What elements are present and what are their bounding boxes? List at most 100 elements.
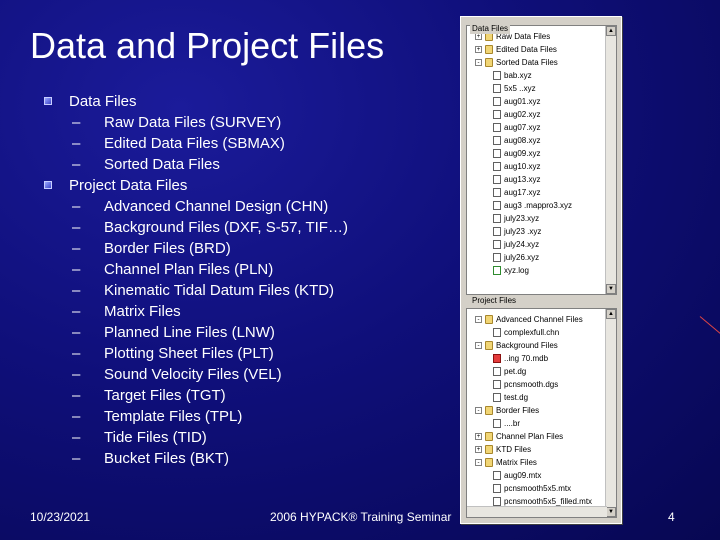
folder-icon (485, 406, 493, 415)
tree-file-row[interactable]: complexfull.chn (467, 326, 607, 339)
tree-file-row[interactable]: aug10.xyz (467, 160, 607, 173)
tree-item-label: test.dg (504, 393, 529, 402)
expand-icon[interactable]: + (475, 446, 482, 453)
dash-marker: – (72, 114, 81, 131)
scroll-down-icon[interactable]: ▼ (606, 507, 616, 517)
bullet-item: Data Files (44, 91, 454, 112)
collapse-icon[interactable]: - (475, 407, 482, 414)
file-icon (493, 393, 501, 402)
sub-bullet-item: – Raw Data Files (SURVEY) (44, 112, 454, 133)
dash-marker: – (72, 345, 81, 362)
folder-icon (485, 315, 493, 324)
tree-file-row[interactable]: aug09.mtx (467, 469, 607, 482)
file-icon (493, 227, 501, 236)
tree-file-row[interactable]: test.dg (467, 391, 607, 404)
sub-bullet-item: – Channel Plan Files (PLN) (44, 259, 454, 280)
tree-item-label: aug09.mtx (504, 471, 542, 480)
tree-file-row[interactable]: aug13.xyz (467, 173, 607, 186)
horizontal-scrollbar[interactable] (467, 506, 607, 517)
tree-file-row[interactable]: aug17.xyz (467, 186, 607, 199)
sub-bullet-text: Matrix Files (104, 303, 181, 320)
tree-item-label: KTD Files (496, 445, 532, 454)
tree-file-row[interactable]: bab.xyz (467, 69, 607, 82)
dash-marker: – (72, 135, 81, 152)
tree-folder-row[interactable]: - Background Files (467, 339, 607, 352)
project-files-scrollbar[interactable]: ▲ ▼ (605, 309, 616, 517)
scroll-up-icon[interactable]: ▲ (606, 26, 616, 36)
tree-file-row[interactable]: 5x5 ..xyz (467, 82, 607, 95)
tree-item-label: aug17.xyz (504, 188, 541, 197)
tree-item-label: aug3 .mappro3.xyz (504, 201, 573, 210)
tree-file-row[interactable]: ....br (467, 417, 607, 430)
collapse-icon[interactable]: - (475, 459, 482, 466)
tree-folder-row[interactable]: + KTD Files (467, 443, 607, 456)
sub-bullet-item: – Matrix Files (44, 301, 454, 322)
tree-file-row[interactable]: july24.xyz (467, 238, 607, 251)
tree-file-row[interactable]: july23.xyz (467, 212, 607, 225)
expand-icon[interactable]: + (475, 433, 482, 440)
tree-folder-row[interactable]: - Border Files (467, 404, 607, 417)
tree-file-row[interactable]: pcnsmooth.dgs (467, 378, 607, 391)
file-icon (493, 266, 501, 275)
tree-file-row[interactable]: ..ing 70.mdb (467, 352, 607, 365)
file-icon (493, 97, 501, 106)
tree-item-label: bab.xyz (504, 71, 532, 80)
project-files-pane[interactable]: - Advanced Channel Files complexfull.chn - B… (466, 308, 617, 518)
dash-marker: – (72, 324, 81, 341)
data-files-scrollbar[interactable]: ▲ ▼ (605, 26, 616, 294)
tree-file-row[interactable]: xyz.log (467, 264, 607, 277)
dash-marker: – (72, 408, 81, 425)
collapse-icon[interactable]: - (475, 342, 482, 349)
tree-item-label: pcnsmooth.dgs (504, 380, 559, 389)
slide-title: Data and Project Files (30, 25, 385, 66)
tree-folder-row[interactable]: + Channel Plan Files (467, 430, 607, 443)
tree-item-label: Channel Plan Files (496, 432, 564, 441)
tree-folder-row[interactable]: - Advanced Channel Files (467, 313, 607, 326)
sub-bullet-item: – Sorted Data Files (44, 154, 454, 175)
tree-file-row[interactable]: july23 .xyz (467, 225, 607, 238)
sub-bullet-item: – Planned Line Files (LNW) (44, 322, 454, 343)
tree-item-label: 5x5 ..xyz (504, 84, 536, 93)
tree-file-row[interactable]: pcnsmooth5x5.mtx (467, 482, 607, 495)
scroll-down-icon[interactable]: ▼ (606, 284, 616, 294)
footer-date: 10/23/2021 (30, 510, 91, 524)
tree-file-row[interactable]: aug08.xyz (467, 134, 607, 147)
data-files-pane[interactable]: + Raw Data Files + Edited Data Files - Sorted… (466, 25, 617, 295)
tree-file-row[interactable]: aug07.xyz (467, 121, 607, 134)
tree-file-row[interactable]: aug3 .mappro3.xyz (467, 199, 607, 212)
sub-bullet-text: Plotting Sheet Files (PLT) (104, 345, 274, 362)
tree-item-label: july23.xyz (504, 214, 540, 223)
tree-file-row[interactable]: aug02.xyz (467, 108, 607, 121)
scroll-up-icon[interactable]: ▲ (606, 309, 616, 319)
collapse-icon[interactable]: - (475, 316, 482, 323)
tree-item-label: ..ing 70.mdb (504, 354, 549, 363)
data-files-title: Data Files (470, 24, 511, 34)
tree-item-label: aug02.xyz (504, 110, 541, 119)
expand-icon[interactable]: + (475, 46, 482, 53)
project-files-title: Project Files (470, 296, 519, 306)
tree-item-label: aug08.xyz (504, 136, 541, 145)
expand-icon[interactable]: + (475, 33, 482, 40)
folder-icon (485, 341, 493, 350)
sub-bullet-item: – Tide Files (TID) (44, 427, 454, 448)
tree-item-label: complexfull.chn (504, 328, 560, 337)
tree-file-row[interactable]: pet.dg (467, 365, 607, 378)
collapse-icon[interactable]: - (475, 59, 482, 66)
tree-folder-row[interactable]: + Edited Data Files (467, 43, 607, 56)
tree-folder-row[interactable]: - Matrix Files (467, 456, 607, 469)
folder-icon (485, 58, 493, 67)
tree-folder-row[interactable]: - Sorted Data Files (467, 56, 607, 69)
file-icon (493, 214, 501, 223)
folder-icon (485, 458, 493, 467)
tree-item-label: Sorted Data Files (496, 58, 558, 67)
file-icon (493, 84, 501, 93)
sub-bullet-item: – Sound Velocity Files (VEL) (44, 364, 454, 385)
dash-marker: – (72, 366, 81, 383)
sub-bullet-text: Channel Plan Files (PLN) (104, 261, 274, 278)
tree-file-row[interactable]: aug09.xyz (467, 147, 607, 160)
sub-bullet-item: – Border Files (BRD) (44, 238, 454, 259)
dash-marker: – (72, 303, 81, 320)
tree-file-row[interactable]: july26.xyz (467, 251, 607, 264)
tree-file-row[interactable]: aug01.xyz (467, 95, 607, 108)
sub-bullet-text: Border Files (BRD) (104, 240, 231, 257)
